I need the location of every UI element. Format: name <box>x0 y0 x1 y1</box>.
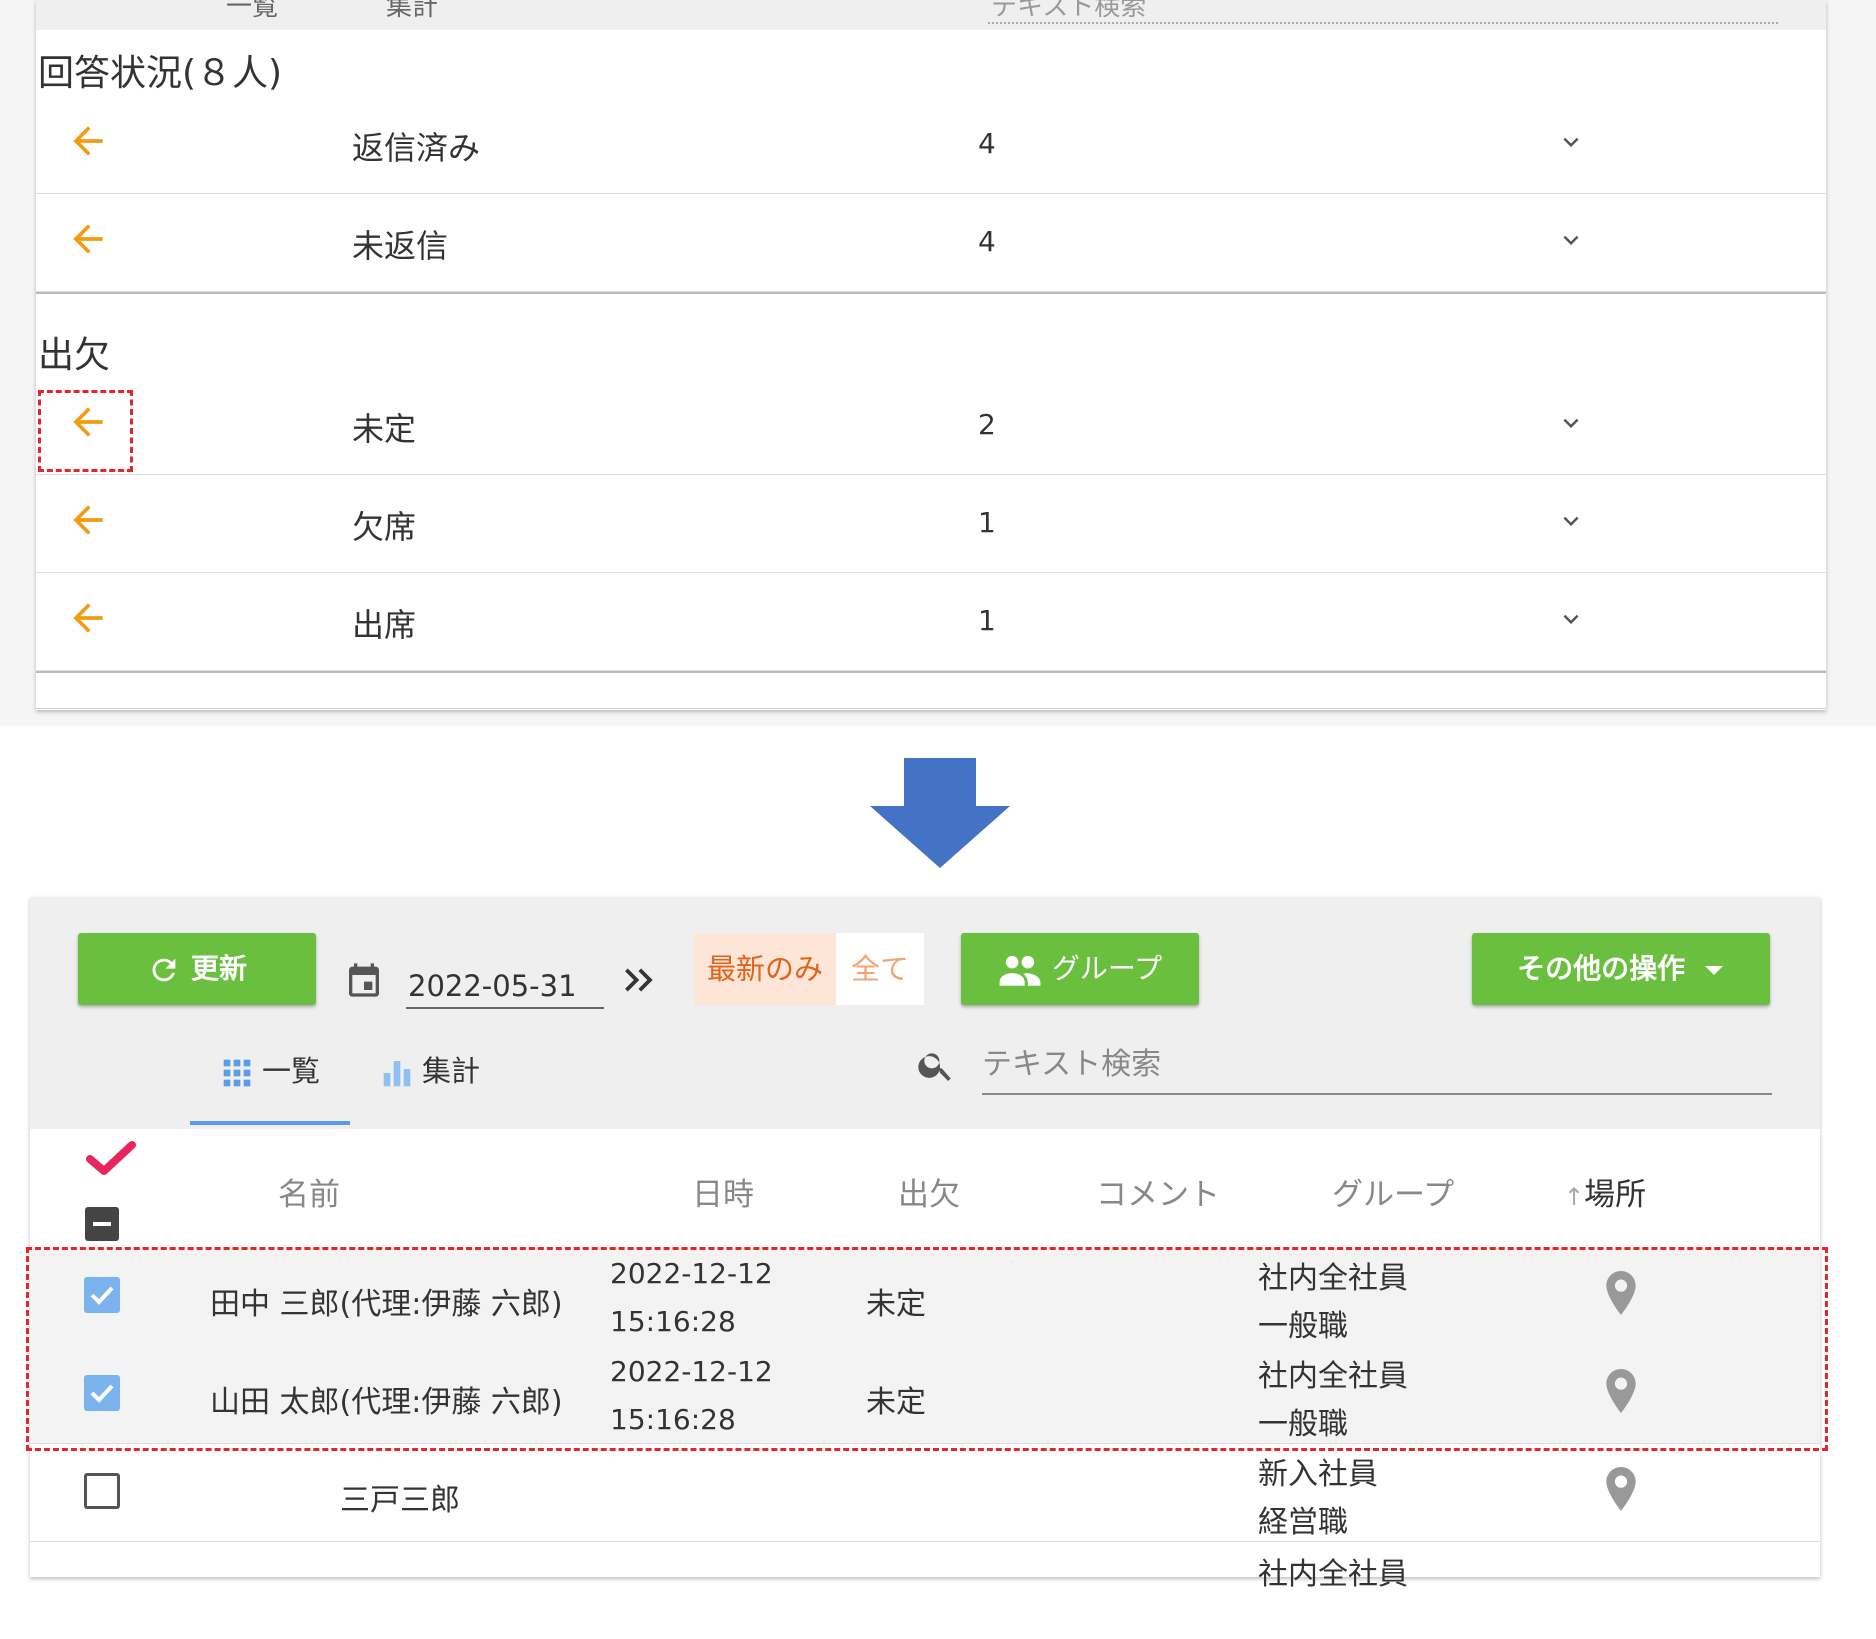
row-count: 4 <box>978 225 996 258</box>
chevron-down-icon[interactable] <box>1556 604 1586 634</box>
row-label: 未返信 <box>352 227 449 265</box>
tab-list-label: 一覧 <box>262 1054 321 1088</box>
people-icon <box>999 955 1041 986</box>
tab-summary-cut[interactable]: 集計 <box>386 0 438 23</box>
row-checkbox[interactable] <box>84 1473 120 1509</box>
tab-list[interactable]: 一覧 <box>220 1023 320 1119</box>
arrow-down-icon <box>870 758 1010 868</box>
refresh-label: 更新 <box>190 952 247 985</box>
response-status-title: 回答状況(８人) <box>38 53 283 94</box>
summary-card: 一覧 集計 テキスト検索 回答状況(８人) 返信済み 4 未返信 4 出欠 未定… <box>36 0 1826 710</box>
highlight-box <box>38 390 133 472</box>
other-operations-button[interactable]: その他の操作 <box>1472 933 1770 1005</box>
row-label: 未定 <box>352 410 417 448</box>
table-row[interactable]: 社内全社員 <box>30 1541 1820 1639</box>
caret-down-icon <box>1704 966 1723 975</box>
section-divider <box>36 671 1826 673</box>
row-count: 1 <box>978 604 996 637</box>
grid-icon <box>223 1059 251 1087</box>
header-datetime[interactable]: 日時 <box>692 1169 754 1214</box>
attendance-row[interactable]: 出席 1 <box>36 574 1826 671</box>
header-name[interactable]: 名前 <box>278 1169 340 1214</box>
group-cell-1: 社内全社員 <box>1258 1557 1408 1592</box>
section-divider <box>36 708 1826 709</box>
header-attendance[interactable]: 出欠 <box>898 1169 960 1214</box>
header-location-label: 場所 <box>1584 1177 1647 1213</box>
refresh-icon <box>152 958 176 982</box>
attendance-title: 出欠 <box>38 335 111 376</box>
row-label: 欠席 <box>352 508 417 546</box>
header-location[interactable]: ↑場所 <box>1564 1169 1646 1214</box>
cut-off-toolbar: 一覧 集計 テキスト検索 <box>36 0 1826 30</box>
name-cell: 三戸三郎 <box>340 1483 460 1518</box>
attendance-row[interactable]: 欠席 1 <box>36 476 1826 573</box>
top-screenshot: 一覧 集計 テキスト検索 回答状況(８人) 返信済み 4 未返信 4 出欠 未定… <box>0 0 1876 726</box>
latest-only-toggle[interactable]: 最新のみ <box>694 933 836 1005</box>
response-row[interactable]: 返信済み 4 <box>36 97 1826 194</box>
arrow-left-icon[interactable] <box>66 217 110 261</box>
group-cell-1: 新入社員 <box>1258 1457 1378 1492</box>
group-cell-2: 経営職 <box>1258 1505 1348 1540</box>
toolbar: 更新 2022-05-31 最新のみ 全て グループ その他の操作 一覧 集計 … <box>30 897 1820 1129</box>
row-label: 出席 <box>352 606 417 644</box>
section-divider <box>36 292 1826 294</box>
refresh-button[interactable]: 更新 <box>78 933 316 1005</box>
chevron-down-icon[interactable] <box>1556 506 1586 536</box>
tab-summary[interactable]: 集計 <box>380 1023 480 1119</box>
select-all-checkbox[interactable] <box>85 1207 119 1241</box>
search-placeholder-cut[interactable]: テキスト検索 <box>991 0 1146 23</box>
group-button[interactable]: グループ <box>961 933 1199 1005</box>
active-tab-indicator <box>190 1121 350 1125</box>
search-underline <box>988 22 1778 24</box>
all-toggle[interactable]: 全て <box>836 933 924 1005</box>
row-count: 4 <box>978 127 996 160</box>
bar-chart-icon <box>383 1061 411 1087</box>
tab-summary-label: 集計 <box>422 1054 481 1088</box>
row-count: 2 <box>978 408 996 441</box>
row-count: 1 <box>978 506 996 539</box>
arrow-left-icon[interactable] <box>66 498 110 542</box>
other-ops-label: その他の操作 <box>1517 952 1686 985</box>
location-pin-icon[interactable] <box>1606 1467 1636 1511</box>
arrow-left-icon[interactable] <box>66 596 110 640</box>
row-label: 返信済み <box>352 129 481 167</box>
header-comment[interactable]: コメント <box>1096 1169 1220 1214</box>
tab-list-cut[interactable]: 一覧 <box>226 0 278 23</box>
response-list-card: 更新 2022-05-31 最新のみ 全て グループ その他の操作 一覧 集計 … <box>26 897 1828 1592</box>
chevron-down-icon[interactable] <box>1556 225 1586 255</box>
search-input[interactable]: テキスト検索 <box>982 1037 1772 1095</box>
double-chevron-right-icon[interactable] <box>616 957 664 1003</box>
arrow-left-icon[interactable] <box>66 119 110 163</box>
table-row[interactable]: 三戸三郎 新入社員 経営職 <box>30 1443 1820 1542</box>
highlight-box <box>26 1247 1828 1451</box>
attendance-row[interactable]: 未定 2 <box>36 378 1826 475</box>
chevron-down-icon[interactable] <box>1556 408 1586 438</box>
chevron-down-icon[interactable] <box>1556 127 1586 157</box>
sort-up-icon: ↑ <box>1564 1183 1585 1211</box>
calendar-icon[interactable] <box>344 959 384 1001</box>
check-icon[interactable] <box>86 1141 136 1179</box>
search-icon[interactable] <box>916 1045 956 1085</box>
date-input[interactable]: 2022-05-31 <box>406 959 604 1009</box>
header-group[interactable]: グループ <box>1332 1169 1454 1214</box>
response-row[interactable]: 未返信 4 <box>36 195 1826 292</box>
table-header: 名前 日時 出欠 コメント グループ ↑場所 <box>30 1129 1820 1247</box>
group-label: グループ <box>1051 952 1163 985</box>
